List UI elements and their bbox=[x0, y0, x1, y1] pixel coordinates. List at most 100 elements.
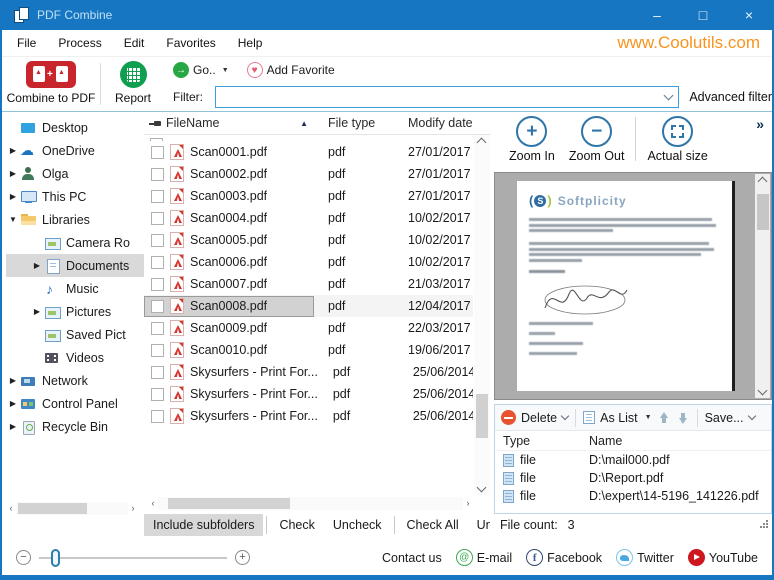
scroll-thumb[interactable] bbox=[18, 503, 87, 514]
scroll-left-icon[interactable]: ‹ bbox=[148, 497, 158, 510]
twitter-link[interactable]: Twitter bbox=[616, 549, 674, 566]
uncheck-button[interactable]: Uncheck bbox=[324, 514, 391, 536]
as-list-caret-icon[interactable]: ▼ bbox=[645, 414, 652, 421]
scroll-thumb[interactable] bbox=[168, 498, 290, 509]
file-checkbox[interactable] bbox=[151, 322, 164, 335]
scroll-right-icon[interactable]: › bbox=[463, 497, 473, 510]
tree-expander-icon[interactable] bbox=[6, 169, 20, 178]
zoom-out-button[interactable]: − Zoom Out bbox=[562, 112, 632, 170]
file-checkbox[interactable] bbox=[151, 278, 164, 291]
check-all-button[interactable]: Check All bbox=[398, 514, 468, 536]
column-modify-date[interactable]: Modify date bbox=[392, 116, 475, 130]
tree-item[interactable]: Recycle Bin bbox=[6, 415, 144, 438]
scroll-up-icon[interactable] bbox=[477, 138, 487, 148]
tree-expander-icon[interactable] bbox=[30, 307, 44, 316]
scroll-down-icon[interactable] bbox=[477, 483, 487, 493]
go-caret-icon[interactable]: ▼ bbox=[222, 67, 229, 74]
tree-item[interactable]: Music bbox=[6, 277, 144, 300]
tree-expander-icon[interactable] bbox=[6, 215, 20, 224]
file-row[interactable]: Scan0008.pdf pdf 12/04/2017 bbox=[144, 295, 473, 317]
file-checkbox[interactable] bbox=[151, 300, 164, 313]
filter-dropdown-icon[interactable] bbox=[664, 90, 674, 100]
email-link[interactable]: @ E-mail bbox=[456, 549, 512, 566]
tree-item[interactable]: Pictures bbox=[6, 300, 144, 323]
save-button[interactable]: Save... bbox=[705, 411, 744, 425]
file-checkbox[interactable] bbox=[151, 234, 164, 247]
tree-item[interactable]: Camera Ro bbox=[6, 231, 144, 254]
file-checkbox[interactable] bbox=[151, 344, 164, 357]
column-type[interactable]: Type bbox=[503, 434, 589, 448]
column-name[interactable]: Name bbox=[589, 434, 771, 448]
check-button[interactable]: Check bbox=[270, 514, 323, 536]
file-row[interactable]: Skysurfers - Print For... pdf 25/06/2014 bbox=[144, 383, 473, 405]
file-list-vertical-scrollbar[interactable] bbox=[474, 135, 490, 495]
file-row[interactable]: Scan0004.pdf pdf 10/02/2017 bbox=[144, 207, 473, 229]
delete-dropdown-icon[interactable] bbox=[561, 412, 569, 420]
file-row[interactable]: Scan0003.pdf pdf 27/01/2017 bbox=[144, 185, 473, 207]
advanced-filter-button[interactable]: Advanced filter bbox=[689, 90, 772, 104]
tree-item[interactable]: Olga bbox=[6, 162, 144, 185]
file-row[interactable]: Scan0009.pdf pdf 22/03/2017 bbox=[144, 317, 473, 339]
preview-vertical-scrollbar[interactable] bbox=[755, 174, 770, 398]
tree-item[interactable]: Documents bbox=[6, 254, 144, 277]
move-up-icon[interactable] bbox=[657, 411, 671, 425]
save-dropdown-icon[interactable] bbox=[747, 412, 755, 420]
tree-expander-icon[interactable] bbox=[30, 261, 44, 270]
tree-item[interactable]: Desktop bbox=[6, 116, 144, 139]
file-checkbox[interactable] bbox=[151, 146, 164, 159]
tree-horizontal-scrollbar[interactable]: ‹ › bbox=[6, 502, 138, 515]
coolutils-link[interactable]: www.Coolutils.com bbox=[617, 33, 760, 53]
scroll-thumb[interactable] bbox=[476, 394, 488, 438]
selected-file-row[interactable]: file D:\Report.pdf bbox=[495, 469, 771, 487]
menu-process[interactable]: Process bbox=[47, 36, 112, 50]
scroll-up-icon[interactable] bbox=[758, 177, 768, 187]
tree-item[interactable]: Control Panel bbox=[6, 392, 144, 415]
selected-file-row[interactable]: file D:\expert\14-5196_141226.pdf bbox=[495, 487, 771, 505]
selected-file-row[interactable]: file D:\mail000.pdf bbox=[495, 451, 771, 469]
tree-item[interactable]: This PC bbox=[6, 185, 144, 208]
tree-expander-icon[interactable] bbox=[6, 192, 20, 201]
add-favorite-button[interactable]: Add Favorite bbox=[267, 63, 335, 77]
maximize-button[interactable]: □ bbox=[680, 0, 726, 30]
resize-grip-icon[interactable] bbox=[759, 520, 768, 529]
tree-expander-icon[interactable] bbox=[6, 422, 20, 431]
file-row[interactable]: Scan0007.pdf pdf 21/03/2017 bbox=[144, 273, 473, 295]
minimize-button[interactable]: – bbox=[634, 0, 680, 30]
file-checkbox[interactable] bbox=[151, 366, 164, 379]
move-down-icon[interactable] bbox=[676, 411, 690, 425]
menu-edit[interactable]: Edit bbox=[113, 36, 156, 50]
pin-icon[interactable] bbox=[149, 117, 163, 129]
file-list-horizontal-scrollbar[interactable]: ‹ › bbox=[148, 497, 473, 510]
scroll-down-icon[interactable] bbox=[758, 386, 768, 396]
file-row[interactable]: Skysurfers - Print For... pdf 25/06/2014 bbox=[144, 361, 473, 383]
tree-expander-icon[interactable] bbox=[6, 376, 20, 385]
as-list-button[interactable]: As List bbox=[600, 411, 638, 425]
slider-handle[interactable] bbox=[51, 549, 60, 567]
tree-expander-icon[interactable] bbox=[6, 146, 20, 155]
combine-to-pdf-button[interactable]: + Combine to PDF bbox=[2, 57, 100, 111]
go-button[interactable]: Go.. bbox=[193, 63, 216, 77]
file-row[interactable]: Scan0010.pdf pdf 19/06/2017 bbox=[144, 339, 473, 361]
file-checkbox[interactable] bbox=[151, 410, 164, 423]
file-row[interactable]: Skysurfers - Print For... pdf 25/06/2014 bbox=[144, 405, 473, 427]
menu-file[interactable]: File bbox=[2, 36, 47, 50]
tree-item[interactable]: Libraries bbox=[6, 208, 144, 231]
file-checkbox[interactable] bbox=[151, 388, 164, 401]
expand-panel-icon[interactable]: » bbox=[756, 116, 764, 132]
scroll-left-icon[interactable]: ‹ bbox=[6, 502, 16, 515]
actual-size-button[interactable]: Actual size bbox=[640, 112, 714, 170]
file-checkbox[interactable] bbox=[151, 256, 164, 269]
youtube-link[interactable]: YouTube bbox=[688, 549, 758, 566]
file-row[interactable]: Scan0006.pdf pdf 10/02/2017 bbox=[144, 251, 473, 273]
zoom-in-button[interactable]: + Zoom In bbox=[502, 112, 562, 170]
slider-plus-icon[interactable]: + bbox=[235, 550, 250, 565]
facebook-link[interactable]: f Facebook bbox=[526, 549, 602, 566]
slider-track[interactable] bbox=[39, 557, 227, 559]
tree-expander-icon[interactable] bbox=[6, 399, 20, 408]
file-checkbox[interactable] bbox=[151, 190, 164, 203]
scroll-right-icon[interactable]: › bbox=[128, 502, 138, 515]
file-checkbox[interactable] bbox=[151, 212, 164, 225]
tree-item[interactable]: OneDrive bbox=[6, 139, 144, 162]
tree-item[interactable]: Videos bbox=[6, 346, 144, 369]
scroll-thumb[interactable] bbox=[757, 194, 769, 230]
